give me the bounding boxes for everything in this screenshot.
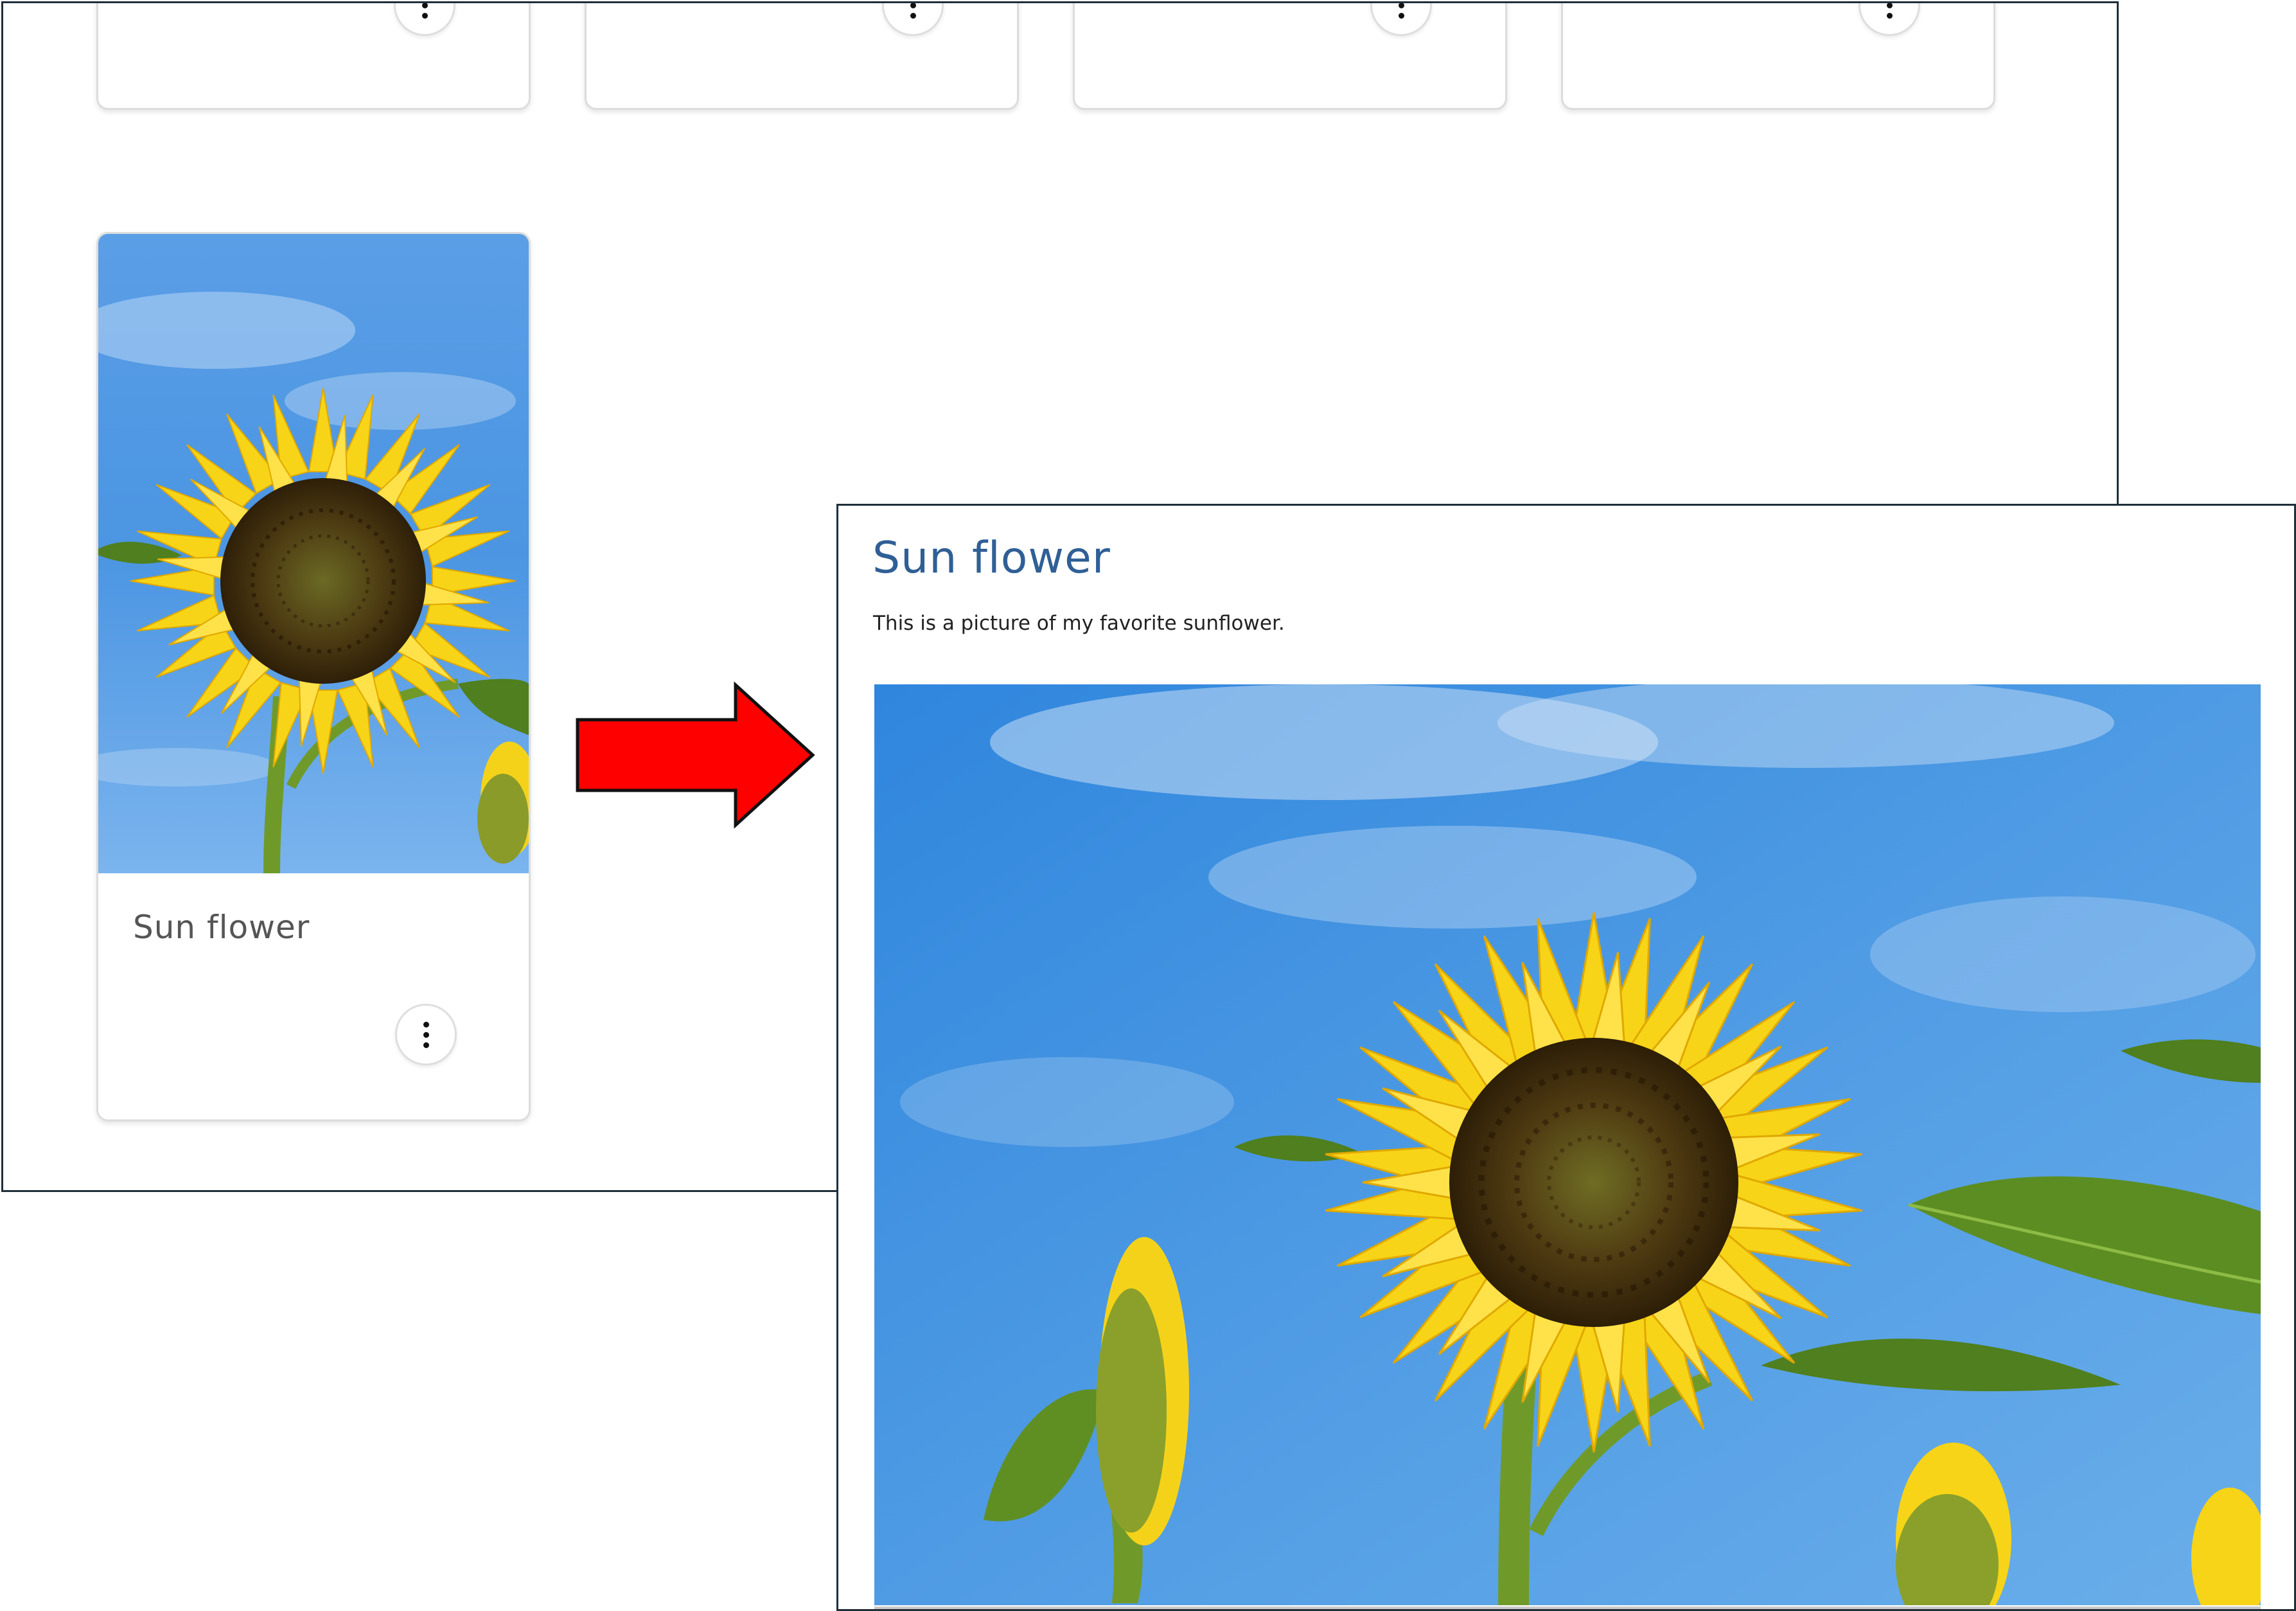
more-vertical-icon: [423, 1021, 429, 1048]
card-title[interactable]: Sun flower: [133, 909, 310, 946]
card-menu-button[interactable]: [394, 3, 455, 36]
sunflower-head: [130, 387, 517, 774]
gallery-card-partial[interactable]: [1073, 3, 1507, 110]
sunflower-card[interactable]: Sun flower: [96, 232, 531, 1121]
card-menu-button[interactable]: [882, 3, 944, 36]
more-vertical-icon: [910, 3, 916, 19]
more-vertical-icon: [1398, 3, 1404, 19]
detail-window: Sun flower This is a picture of my favor…: [836, 504, 2296, 1611]
detail-title: Sun flower: [872, 533, 1111, 583]
detail-divider: [874, 1607, 2261, 1609]
gallery-card-partial[interactable]: [585, 3, 1019, 110]
detail-description: This is a picture of my favorite sunflow…: [873, 612, 1285, 635]
right-arrow-icon: [576, 681, 815, 829]
gallery-card-partial[interactable]: [96, 3, 531, 110]
more-vertical-icon: [1886, 3, 1893, 19]
card-menu-button[interactable]: [1859, 3, 1920, 36]
gallery-card-partial[interactable]: [1561, 3, 1995, 110]
card-menu-button[interactable]: [395, 1004, 457, 1065]
more-vertical-icon: [421, 3, 428, 19]
sunflower-thumbnail[interactable]: [98, 234, 529, 873]
card-menu-button[interactable]: [1370, 3, 1432, 36]
sunflower-photo: [874, 684, 2261, 1605]
